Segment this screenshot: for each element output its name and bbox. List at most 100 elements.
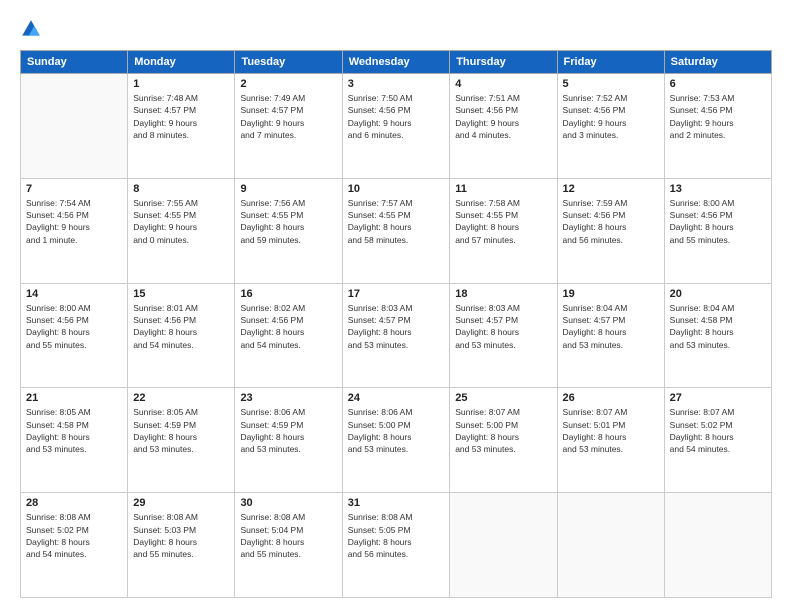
day-number: 23 [240,392,336,404]
day-info: Sunrise: 8:07 AM Sunset: 5:00 PM Dayligh… [455,406,551,455]
day-info: Sunrise: 8:06 AM Sunset: 4:59 PM Dayligh… [240,406,336,455]
calendar-body: 1Sunrise: 7:48 AM Sunset: 4:57 PM Daylig… [21,74,772,598]
day-info: Sunrise: 7:55 AM Sunset: 4:55 PM Dayligh… [133,197,229,246]
day-of-week-header: Wednesday [342,51,450,74]
calendar-header-row: SundayMondayTuesdayWednesdayThursdayFrid… [21,51,772,74]
day-info: Sunrise: 8:03 AM Sunset: 4:57 PM Dayligh… [455,302,551,351]
day-number: 13 [670,183,766,195]
logo-icon [20,18,42,40]
calendar-cell: 2Sunrise: 7:49 AM Sunset: 4:57 PM Daylig… [235,74,342,179]
day-number: 9 [240,183,336,195]
calendar-cell: 30Sunrise: 8:08 AM Sunset: 5:04 PM Dayli… [235,493,342,598]
day-number: 7 [26,183,122,195]
calendar-week-row: 14 Sunrise: 8:00 AM Sunset: 4:56 PM Dayli… [21,283,772,388]
day-number: 24 [348,392,445,404]
day-info: Sunrise: 7:50 AM Sunset: 4:56 PM Dayligh… [348,92,445,141]
day-info: Sunrise: 7:54 AM Sunset: 4:56 PM Dayligh… [26,197,122,246]
day-of-week-header: Monday [128,51,235,74]
day-info: Sunrise: 8:07 AM Sunset: 5:01 PM Dayligh… [563,406,659,455]
calendar-cell: 1Sunrise: 7:48 AM Sunset: 4:57 PM Daylig… [128,74,235,179]
day-number: 12 [563,183,659,195]
calendar-cell [557,493,664,598]
day-number: 19 [563,288,659,300]
day-info: Sunrise: 8:00 AM Sunset: 4:56 PM Dayligh… [670,197,766,246]
day-number: 29 [133,497,229,509]
calendar-cell [450,493,557,598]
calendar-cell: 31Sunrise: 8:08 AM Sunset: 5:05 PM Dayli… [342,493,450,598]
day-of-week-header: Friday [557,51,664,74]
day-info: Sunrise: 8:08 AM Sunset: 5:03 PM Dayligh… [133,511,229,560]
calendar-cell: 17 Sunrise: 8:03 AM Sunset: 4:57 PM Dayli… [342,283,450,388]
calendar-cell: 24 Sunrise: 8:06 AM Sunset: 5:00 PM Dayli… [342,388,450,493]
day-info: Sunrise: 8:05 AM Sunset: 4:59 PM Dayligh… [133,406,229,455]
day-info: Sunrise: 7:51 AM Sunset: 4:56 PM Dayligh… [455,92,551,141]
day-number: 4 [455,78,551,90]
day-number: 6 [670,78,766,90]
calendar-week-row: 1Sunrise: 7:48 AM Sunset: 4:57 PM Daylig… [21,74,772,179]
day-info: Sunrise: 8:01 AM Sunset: 4:56 PM Dayligh… [133,302,229,351]
day-number: 31 [348,497,445,509]
day-of-week-header: Thursday [450,51,557,74]
calendar-table: SundayMondayTuesdayWednesdayThursdayFrid… [20,50,772,598]
day-info: Sunrise: 8:00 AM Sunset: 4:56 PM Dayligh… [26,302,122,351]
day-info: Sunrise: 8:07 AM Sunset: 5:02 PM Dayligh… [670,406,766,455]
day-number: 26 [563,392,659,404]
calendar-cell: 20 Sunrise: 8:04 AM Sunset: 4:58 PM Dayli… [664,283,771,388]
calendar-cell: 27 Sunrise: 8:07 AM Sunset: 5:02 PM Dayli… [664,388,771,493]
day-info: Sunrise: 8:04 AM Sunset: 4:57 PM Dayligh… [563,302,659,351]
calendar-cell [21,74,128,179]
day-info: Sunrise: 7:53 AM Sunset: 4:56 PM Dayligh… [670,92,766,141]
calendar-cell: 9 Sunrise: 7:56 AM Sunset: 4:55 PM Daylig… [235,178,342,283]
calendar-cell [664,493,771,598]
logo [20,18,46,40]
calendar-week-row: 7 Sunrise: 7:54 AM Sunset: 4:56 PM Daylig… [21,178,772,283]
calendar-cell: 25Sunrise: 8:07 AM Sunset: 5:00 PM Dayli… [450,388,557,493]
day-number: 2 [240,78,336,90]
day-info: Sunrise: 7:58 AM Sunset: 4:55 PM Dayligh… [455,197,551,246]
day-of-week-header: Saturday [664,51,771,74]
calendar-cell: 8 Sunrise: 7:55 AM Sunset: 4:55 PM Daylig… [128,178,235,283]
day-number: 22 [133,392,229,404]
day-number: 8 [133,183,229,195]
day-number: 11 [455,183,551,195]
day-number: 21 [26,392,122,404]
calendar-cell: 12 Sunrise: 7:59 AM Sunset: 4:56 PM Dayli… [557,178,664,283]
day-number: 15 [133,288,229,300]
calendar-cell: 13 Sunrise: 8:00 AM Sunset: 4:56 PM Dayli… [664,178,771,283]
day-of-week-header: Sunday [21,51,128,74]
day-number: 10 [348,183,445,195]
day-number: 27 [670,392,766,404]
day-number: 14 [26,288,122,300]
calendar-cell: 29 Sunrise: 8:08 AM Sunset: 5:03 PM Dayli… [128,493,235,598]
day-info: Sunrise: 8:06 AM Sunset: 5:00 PM Dayligh… [348,406,445,455]
day-info: Sunrise: 8:05 AM Sunset: 4:58 PM Dayligh… [26,406,122,455]
calendar-cell: 26 Sunrise: 8:07 AM Sunset: 5:01 PM Dayli… [557,388,664,493]
day-number: 28 [26,497,122,509]
calendar-week-row: 28 Sunrise: 8:08 AM Sunset: 5:02 PM Dayli… [21,493,772,598]
day-info: Sunrise: 8:03 AM Sunset: 4:57 PM Dayligh… [348,302,445,351]
calendar-cell: 15 Sunrise: 8:01 AM Sunset: 4:56 PM Dayli… [128,283,235,388]
day-number: 5 [563,78,659,90]
calendar-cell: 23 Sunrise: 8:06 AM Sunset: 4:59 PM Dayli… [235,388,342,493]
day-number: 17 [348,288,445,300]
day-info: Sunrise: 8:08 AM Sunset: 5:02 PM Dayligh… [26,511,122,560]
day-number: 18 [455,288,551,300]
day-info: Sunrise: 8:04 AM Sunset: 4:58 PM Dayligh… [670,302,766,351]
calendar-cell: 6 Sunrise: 7:53 AM Sunset: 4:56 PM Daylig… [664,74,771,179]
calendar-cell: 5 Sunrise: 7:52 AM Sunset: 4:56 PM Daylig… [557,74,664,179]
day-number: 3 [348,78,445,90]
day-number: 1 [133,78,229,90]
calendar-cell: 14 Sunrise: 8:00 AM Sunset: 4:56 PM Dayli… [21,283,128,388]
day-number: 20 [670,288,766,300]
day-info: Sunrise: 8:02 AM Sunset: 4:56 PM Dayligh… [240,302,336,351]
calendar-cell: 4 Sunrise: 7:51 AM Sunset: 4:56 PM Daylig… [450,74,557,179]
day-info: Sunrise: 7:56 AM Sunset: 4:55 PM Dayligh… [240,197,336,246]
calendar-cell: 3 Sunrise: 7:50 AM Sunset: 4:56 PM Daylig… [342,74,450,179]
calendar-cell: 19 Sunrise: 8:04 AM Sunset: 4:57 PM Dayli… [557,283,664,388]
day-info: Sunrise: 7:59 AM Sunset: 4:56 PM Dayligh… [563,197,659,246]
day-info: Sunrise: 7:52 AM Sunset: 4:56 PM Dayligh… [563,92,659,141]
calendar-cell: 21 Sunrise: 8:05 AM Sunset: 4:58 PM Dayli… [21,388,128,493]
calendar-cell: 10 Sunrise: 7:57 AM Sunset: 4:55 PM Dayli… [342,178,450,283]
day-info: Sunrise: 8:08 AM Sunset: 5:04 PM Dayligh… [240,511,336,560]
day-info: Sunrise: 7:57 AM Sunset: 4:55 PM Dayligh… [348,197,445,246]
